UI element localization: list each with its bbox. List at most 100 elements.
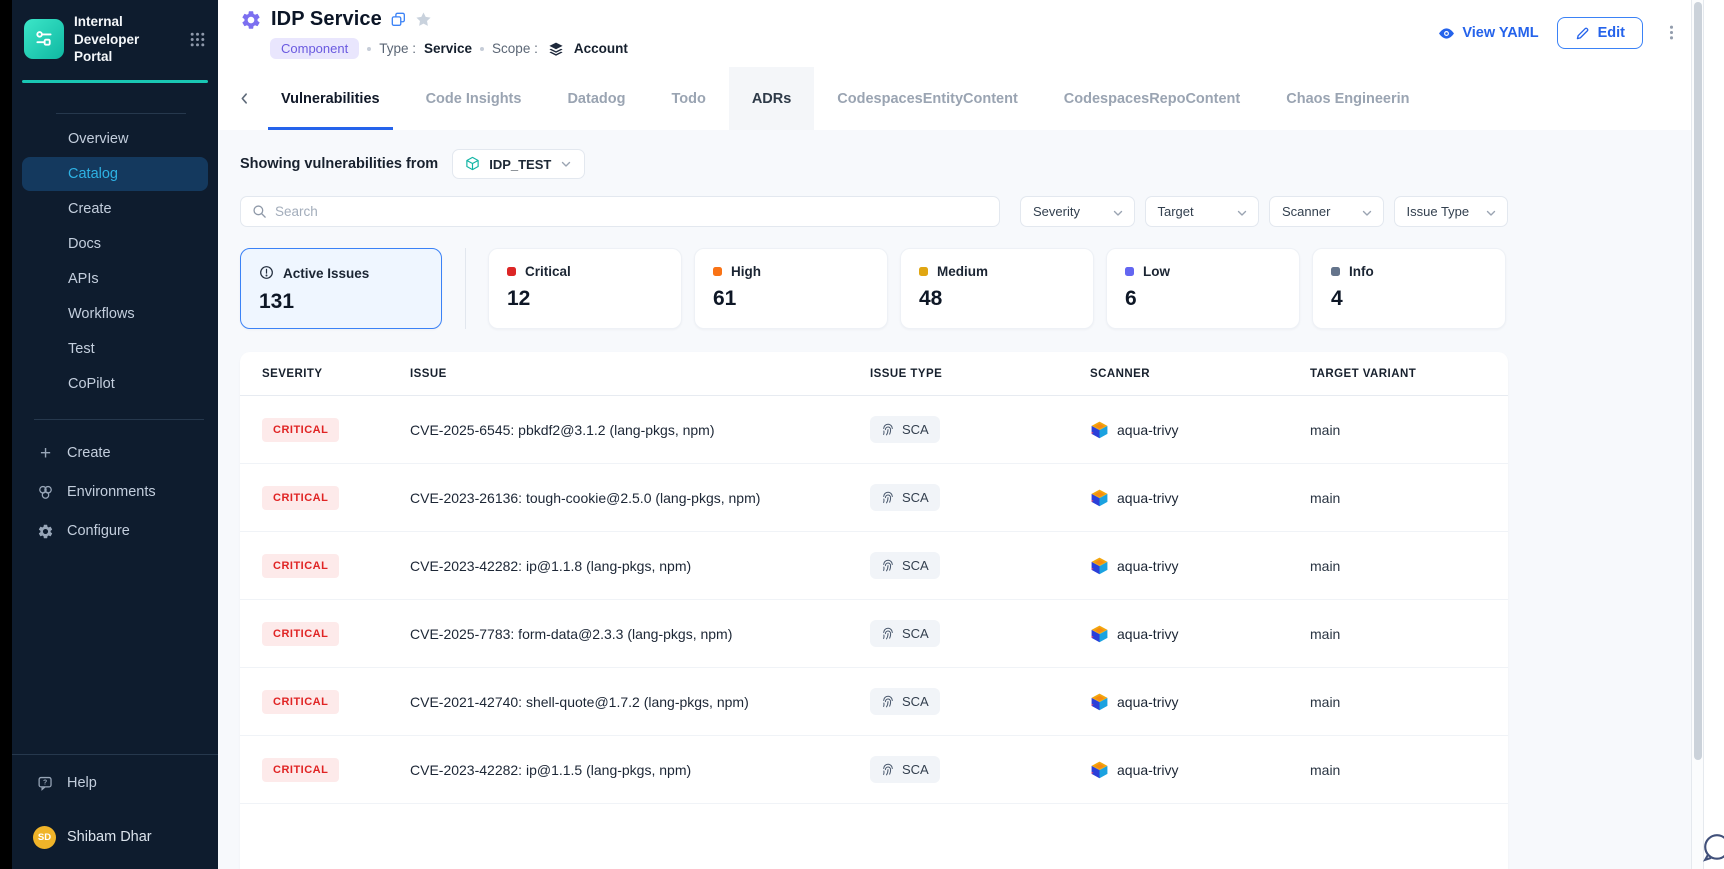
showing-vulnerabilities-label: Showing vulnerabilities from	[240, 156, 438, 172]
gear-icon	[37, 523, 54, 540]
tab-codespaces-entity-content[interactable]: CodespacesEntityContent	[814, 67, 1040, 130]
page-title: IDP Service	[271, 8, 382, 31]
medium-card[interactable]: Medium 48	[900, 248, 1094, 329]
scanner-filter[interactable]: Scanner	[1269, 196, 1384, 227]
sidebar-footer: Help SD Shibam Dhar	[12, 754, 218, 869]
info-dot	[1331, 267, 1340, 276]
chat-widget-icon[interactable]	[1702, 833, 1724, 863]
tab-vulnerabilities[interactable]: Vulnerabilities	[258, 67, 403, 130]
sidebar-action-environments[interactable]: Environments	[12, 473, 218, 512]
portal-logo[interactable]	[24, 19, 64, 59]
scanner-name: aqua-trivy	[1117, 694, 1178, 710]
dot-separator	[480, 47, 484, 51]
issue-type-chip: SCA	[870, 416, 940, 444]
fingerprint-icon	[881, 422, 895, 438]
table-row[interactable]: CRITICAL CVE-2023-42282: ip@1.1.8 (lang-…	[240, 532, 1508, 600]
sidebar-item-test[interactable]: Test	[22, 332, 208, 366]
sidebar-item-workflows[interactable]: Workflows	[22, 297, 208, 331]
sidebar-item-apis[interactable]: APIs	[22, 262, 208, 296]
tab-todo[interactable]: Todo	[648, 67, 728, 130]
low-dot	[1125, 267, 1134, 276]
tab-chaos-engineering[interactable]: Chaos Engineerin	[1263, 67, 1432, 130]
severity-badge: CRITICAL	[262, 486, 339, 510]
target-variant: main	[1310, 626, 1486, 642]
vertical-scrollbar[interactable]	[1691, 0, 1704, 869]
low-card[interactable]: Low 6	[1106, 248, 1300, 329]
tab-adrs[interactable]: ADRs	[729, 67, 814, 130]
medium-dot	[919, 267, 928, 276]
high-card[interactable]: High 61	[694, 248, 888, 329]
environments-icon	[37, 484, 54, 501]
main-panel: IDP Service Component Type : Service Sco…	[218, 0, 1724, 869]
avatar: SD	[33, 826, 56, 849]
layers-icon	[548, 40, 564, 56]
critical-dot	[507, 267, 516, 276]
vulnerabilities-table: SEVERITY ISSUE ISSUE TYPE SCANNER TARGET…	[240, 352, 1508, 869]
target-filter[interactable]: Target	[1145, 196, 1260, 227]
column-issue: ISSUE	[410, 368, 870, 380]
help-button[interactable]: Help	[12, 755, 218, 811]
table-row[interactable]: CRITICAL CVE-2025-7783: form-data@2.3.3 …	[240, 600, 1508, 668]
table-row[interactable]: CRITICAL CVE-2021-42740: shell-quote@1.7…	[240, 668, 1508, 736]
sidebar: Internal Developer Portal Overview Catal…	[12, 0, 218, 869]
copy-icon[interactable]	[391, 11, 406, 29]
severity-badge: CRITICAL	[262, 418, 339, 442]
view-yaml-button[interactable]: View YAML	[1438, 25, 1538, 42]
apps-grid-icon[interactable]	[189, 30, 206, 48]
trivy-icon	[1090, 488, 1109, 507]
trivy-icon	[1090, 692, 1109, 711]
severity-filter[interactable]: Severity	[1020, 196, 1135, 227]
tab-datadog[interactable]: Datadog	[544, 67, 648, 130]
tab-codespaces-repo-content[interactable]: CodespacesRepoContent	[1041, 67, 1263, 130]
table-row[interactable]: CRITICAL CVE-2023-26136: tough-cookie@2.…	[240, 464, 1508, 532]
sidebar-item-overview[interactable]: Overview	[22, 122, 208, 156]
tab-bar: Vulnerabilities Code Insights Datadog To…	[218, 67, 1724, 130]
table-row[interactable]: CRITICAL CVE-2025-6545: pbkdf2@3.1.2 (la…	[240, 396, 1508, 464]
active-issues-card[interactable]: Active Issues 131	[240, 248, 442, 329]
chevron-down-icon	[1361, 204, 1373, 219]
scanner-name: aqua-trivy	[1117, 626, 1178, 642]
scrollbar-thumb[interactable]	[1694, 2, 1702, 760]
critical-card[interactable]: Critical 12	[488, 248, 682, 329]
scanner-name: aqua-trivy	[1117, 422, 1178, 438]
sidebar-nav: Overview Catalog Create Docs APIs Workfl…	[12, 114, 218, 401]
sidebar-item-catalog[interactable]: Catalog	[22, 157, 208, 191]
sidebar-item-create[interactable]: Create	[22, 192, 208, 226]
target-variant: main	[1310, 558, 1486, 574]
table-row[interactable]: CRITICAL CVE-2023-42282: ip@1.1.5 (lang-…	[240, 736, 1508, 804]
severity-badge: CRITICAL	[262, 690, 339, 714]
target-variant: main	[1310, 422, 1486, 438]
search-input[interactable]	[275, 204, 988, 219]
star-icon[interactable]	[415, 11, 432, 29]
entity-kind-badge[interactable]: Component	[270, 38, 359, 59]
tabs-scroll-left-icon[interactable]	[230, 67, 258, 130]
edit-button[interactable]: Edit	[1557, 17, 1643, 49]
column-severity: SEVERITY	[262, 368, 410, 380]
table-header: SEVERITY ISSUE ISSUE TYPE SCANNER TARGET…	[240, 352, 1508, 396]
low-count: 6	[1125, 287, 1299, 311]
scope-value: Account	[574, 41, 628, 56]
issue-type-filter[interactable]: Issue Type	[1394, 196, 1509, 227]
issue-title: CVE-2021-42740: shell-quote@1.7.2 (lang-…	[410, 694, 870, 710]
info-card[interactable]: Info 4	[1312, 248, 1506, 329]
plus-icon: +	[37, 444, 54, 463]
target-variant: main	[1310, 490, 1486, 506]
sidebar-item-docs[interactable]: Docs	[22, 227, 208, 261]
sidebar-action-create[interactable]: + Create	[12, 434, 218, 473]
active-issues-count: 131	[259, 290, 441, 314]
high-count: 61	[713, 287, 887, 311]
user-menu[interactable]: SD Shibam Dhar	[12, 811, 218, 863]
target-variant: main	[1310, 694, 1486, 710]
sidebar-action-configure[interactable]: Configure	[12, 512, 218, 551]
project-dropdown[interactable]: IDP_TEST	[452, 149, 585, 179]
sidebar-accent-line	[22, 80, 208, 83]
sidebar-item-copilot[interactable]: CoPilot	[22, 367, 208, 401]
issue-type-chip: SCA	[870, 484, 940, 512]
more-options-icon[interactable]	[1661, 22, 1682, 44]
fingerprint-icon	[881, 490, 895, 506]
chevron-down-icon	[1236, 204, 1248, 219]
scanner-name: aqua-trivy	[1117, 490, 1178, 506]
tab-code-insights[interactable]: Code Insights	[403, 67, 545, 130]
issue-title: CVE-2023-42282: ip@1.1.8 (lang-pkgs, npm…	[410, 558, 870, 574]
issue-type-chip: SCA	[870, 756, 940, 784]
